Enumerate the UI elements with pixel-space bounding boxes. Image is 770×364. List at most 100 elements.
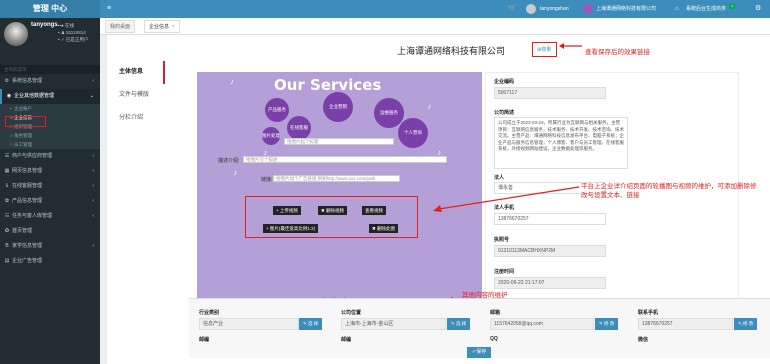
chevron-left-icon: ‹ bbox=[92, 153, 94, 159]
sidebar-item-enterprise[interactable]: ◉ 企业其他数据管理 ⌄ bbox=[0, 89, 100, 104]
header-username[interactable]: tanyongshan bbox=[540, 0, 569, 18]
preview-link[interactable]: ⊕效果 bbox=[537, 46, 551, 53]
page-title: 上海谭通网络科技有限公司 bbox=[397, 46, 506, 56]
chevron-left-icon: ‹ bbox=[92, 198, 94, 204]
license-field: 91310113MACBHXNP2M bbox=[494, 245, 606, 257]
sidebar-item-label: 家学信息管理 bbox=[12, 243, 43, 249]
sidebar-subitem-account[interactable]: ▪ 企业账户 bbox=[0, 104, 100, 113]
code-field: 5007117 bbox=[494, 87, 606, 99]
bold-icon: B bbox=[5, 243, 9, 249]
upload-image-button[interactable]: + 图片(最佳宽高比例1:2) bbox=[263, 224, 319, 233]
tab-main-info[interactable]: 主体信息 bbox=[107, 61, 165, 84]
sidebar-item-label: 在线客服管理 bbox=[12, 183, 43, 189]
location-select-button[interactable]: ✎ 选 择 bbox=[447, 318, 471, 330]
sidebar-item-home[interactable]: ✪ 首页管理 bbox=[0, 224, 100, 239]
legal-label: 法人 bbox=[494, 175, 505, 181]
annotation-arrow-icon bbox=[433, 186, 580, 212]
tab-label: 我的桌面 bbox=[110, 24, 131, 30]
save-button[interactable]: ✓保存 bbox=[467, 347, 492, 358]
subitem-label: 企业账户 bbox=[14, 106, 32, 111]
tab-label: 企业信息 bbox=[149, 24, 170, 30]
sidebar-item-merchants[interactable]: ☰ 商户与供应商管理 ‹ bbox=[0, 149, 100, 164]
subitem-label: 员工管理 bbox=[14, 142, 32, 147]
table-icon: ☷ bbox=[4, 213, 10, 219]
sidebar-item-label: 首页管理 bbox=[12, 228, 33, 234]
chevron-down-icon: ⌄ bbox=[89, 93, 94, 99]
tab-home[interactable]: 我的桌面 bbox=[105, 20, 136, 33]
highlight-box: + 上传视频 ✖ 删除视频 查看视频 + 图片(最佳宽高比例1:2) ✖ 删除此… bbox=[245, 196, 418, 238]
main-panel: 主体信息 文件与模版 分栏介绍 上海谭通网络科技有限公司 ⊕效果 查看保存后的效… bbox=[107, 35, 770, 364]
user-id: • ♟ 5112481​4 bbox=[58, 30, 86, 35]
chevron-left-icon: ‹ bbox=[92, 183, 94, 189]
view-video-button[interactable]: 查看视频 bbox=[362, 206, 386, 215]
grid-icon: ▦ bbox=[4, 168, 10, 174]
tab-files-templates[interactable]: 文件与模版 bbox=[107, 84, 165, 107]
sidebar-item-label: 系统信息管理 bbox=[12, 78, 43, 84]
link-input[interactable]: 给图片加个广告链接,例如http://www.xxx.com/path bbox=[273, 175, 400, 182]
home-icon: ⌂ bbox=[675, 6, 679, 12]
settings-gear-icon[interactable]: ⚙ bbox=[755, 0, 761, 18]
row2-label: 邮编 bbox=[199, 337, 210, 343]
sidebar-item-webpages[interactable]: ▦ 网页信息管理 ‹ bbox=[0, 164, 100, 179]
sidebar-item-label: 产品信息管理 bbox=[12, 198, 43, 204]
notification-badge: 1 bbox=[729, 3, 736, 9]
legal-phone-field[interactable]: 13876670257 bbox=[494, 213, 606, 225]
phone-field: 13876670257 bbox=[638, 318, 733, 330]
annotation-preview-note: 查看保存后的效果链接 bbox=[585, 49, 650, 56]
banner-circle: 个人营商 bbox=[398, 118, 428, 148]
intro-input[interactable]: 给图片写个描述 bbox=[243, 156, 447, 163]
sidebar-subitem-role[interactable]: ○角色管理 bbox=[0, 131, 100, 140]
intro-label: 描述介绍: bbox=[218, 158, 240, 164]
sidebar-item-label: 任务与客人库管理 bbox=[12, 213, 53, 219]
phone-edit-button[interactable]: ✎ 修 改 bbox=[734, 318, 758, 330]
banner-circle: 运维服务 bbox=[374, 98, 404, 128]
banner-title-input[interactable]: 给图片起个标题 bbox=[284, 138, 394, 145]
menu-toggle-icon[interactable]: ≡ bbox=[100, 0, 118, 18]
sidebar-item-label: 商户与供应商管理 bbox=[12, 153, 53, 159]
link-label: 链接: bbox=[261, 177, 273, 183]
upload-video-button[interactable]: + 上传视频 bbox=[273, 206, 301, 215]
tab-enterprise-info[interactable]: 企业信息 × bbox=[144, 20, 180, 33]
cart-icon[interactable]: 🛒 bbox=[508, 0, 517, 18]
industry-field: 信息产业 bbox=[199, 318, 299, 330]
sidebar-item-label: 企业其他数据管理 bbox=[14, 93, 55, 99]
sidebar-item-system[interactable]: ⚙ 系统信息管理 ‹ bbox=[0, 74, 100, 89]
email-edit-button[interactable]: ✎ 修 改 bbox=[595, 318, 619, 330]
row2-label: 微信 bbox=[638, 337, 649, 343]
banner-circle: 企业营销 bbox=[323, 92, 353, 122]
section-tabs: 主体信息 文件与模版 分栏介绍 bbox=[107, 61, 165, 130]
avatar[interactable] bbox=[4, 22, 28, 46]
sidebar-item-label: 网页信息管理 bbox=[12, 168, 43, 174]
sidebar-nav: ⚙ 系统信息管理 ‹ ◉ 企业其他数据管理 ⌄ ▪ 企业账户 ○企业信息 ○组织管理 ○角… bbox=[0, 74, 100, 269]
sidebar-subitem-staff[interactable]: ○员工管理 bbox=[0, 140, 100, 149]
annotation-banner-note: 平台上企业详介绍页面的轮播图与视频的维护，可添加删除修改与设置文本、链接 bbox=[581, 183, 757, 199]
chevron-left-icon: ‹ bbox=[92, 78, 94, 84]
sidebar-item-products[interactable]: ✿ 产品信息管理 ‹ bbox=[0, 194, 100, 209]
sidebar-item-school[interactable]: B 家学信息管理 ‹ bbox=[0, 239, 100, 254]
list-icon: ☰ bbox=[4, 153, 10, 159]
banner-circle: 图片处理 bbox=[262, 127, 280, 145]
panel-icon: ▤ bbox=[4, 258, 10, 264]
sidebar: 管理 中心 tanyongs.. ● 在线 • ♟ 5112481​4 • ✓ … bbox=[0, 0, 100, 364]
sidebar-item-tasks[interactable]: ☷ 任务与客人库管理 ‹ bbox=[0, 209, 100, 224]
page-tabs: 我的桌面 企业信息 × bbox=[100, 18, 770, 35]
sidebar-item-support[interactable]: ℹ 在线客服管理 ‹ bbox=[0, 179, 100, 194]
code-label: 企业编码 bbox=[494, 79, 515, 85]
delete-video-button[interactable]: ✖ 删除视频 bbox=[318, 206, 348, 215]
online-status: ● 在线 bbox=[61, 23, 74, 29]
header-site-link[interactable]: 系统后台生成商务 bbox=[686, 0, 726, 18]
brand-title: 管理 中心 bbox=[0, 0, 100, 18]
close-icon[interactable]: × bbox=[172, 24, 175, 30]
delete-image-button[interactable]: ✖ 删除此图 bbox=[369, 224, 399, 233]
tab-column-intro[interactable]: 分栏介绍 bbox=[107, 107, 165, 130]
header-avatar[interactable] bbox=[526, 4, 536, 14]
flower-icon: ✿ bbox=[4, 198, 10, 204]
header-company[interactable]: 上海谭通网络科技有限公司 bbox=[596, 0, 656, 18]
circle-icon: ◉ bbox=[6, 93, 12, 99]
industry-select-button[interactable]: ✎ 选 择 bbox=[299, 318, 323, 330]
intro-summary-field[interactable]: 公司成立于2023-03-23，所属行业为互联网与相关服务，主营项目：互联网信息… bbox=[494, 117, 628, 169]
email-label: 邮箱 bbox=[490, 310, 501, 316]
subitem-label: 角色管理 bbox=[14, 133, 32, 138]
email-field: 1157642058@qq.com bbox=[490, 318, 594, 330]
sidebar-item-ads[interactable]: ▤ 企业广告管理 bbox=[0, 254, 100, 269]
